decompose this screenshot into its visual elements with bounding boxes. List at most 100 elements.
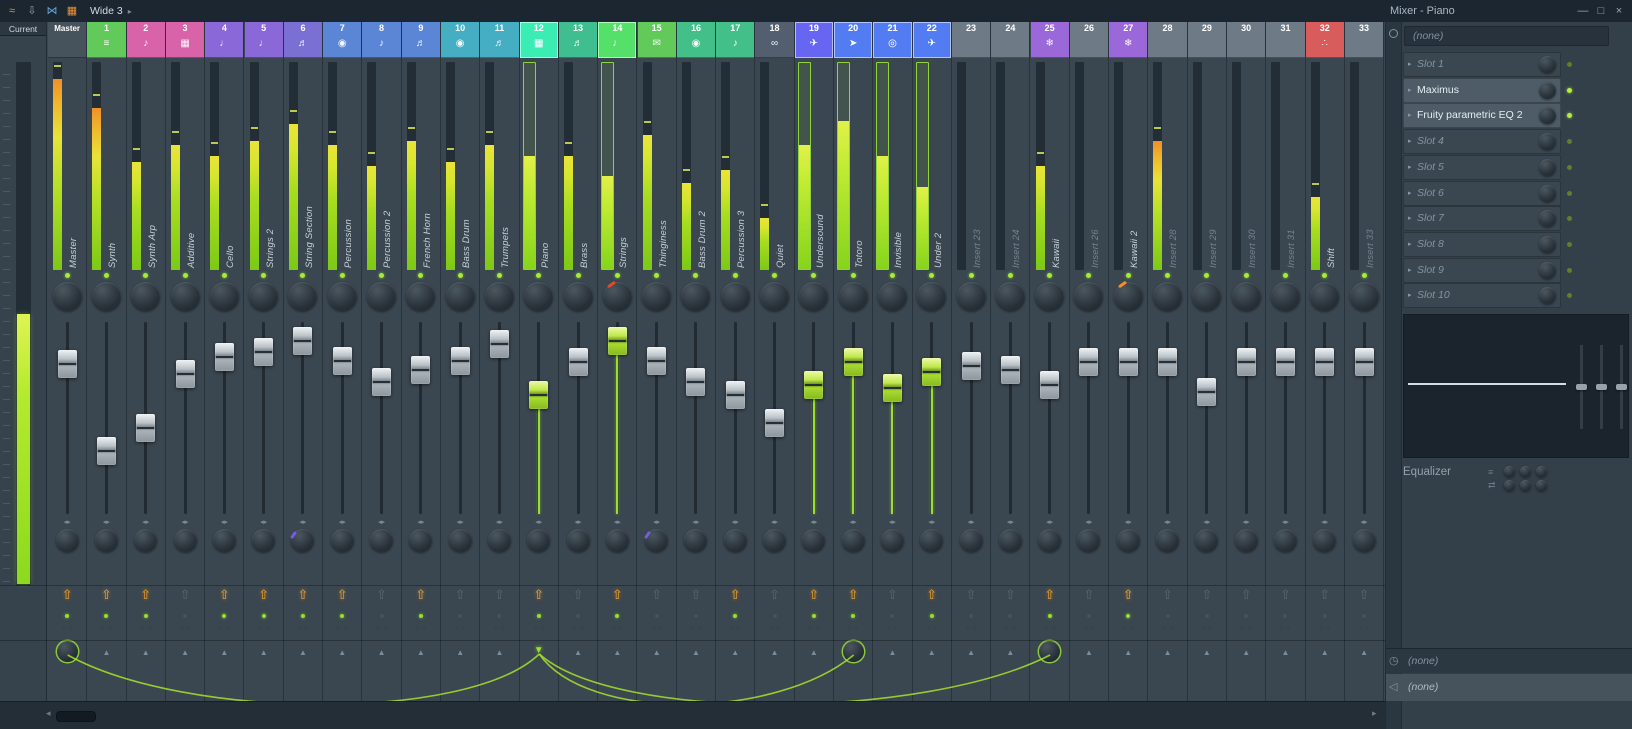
fx-enable-led[interactable]	[1567, 267, 1572, 273]
volume-fader-handle[interactable]	[1118, 348, 1138, 377]
fx-enable-led[interactable]	[1567, 87, 1572, 93]
pan-knob[interactable]	[1113, 280, 1143, 311]
stereo-sep-knob[interactable]	[566, 529, 590, 552]
track-link-led[interactable]	[1322, 614, 1327, 618]
record-arm-icon[interactable]: ⇧	[638, 585, 676, 605]
stereo-sep-knob[interactable]	[487, 529, 511, 552]
stereo-sep-knob[interactable]	[448, 529, 472, 552]
volume-fader-handle[interactable]	[725, 381, 745, 410]
layout-icon[interactable]: ▦	[62, 0, 82, 22]
track-link-led[interactable]	[1047, 614, 1052, 618]
record-arm-icon[interactable]: ⇧	[1148, 585, 1186, 605]
track-link-led[interactable]	[418, 614, 423, 618]
mute-led[interactable]	[575, 273, 581, 278]
channel-tab[interactable]: 5 ♩	[244, 22, 283, 58]
volume-fader-handle[interactable]	[96, 436, 116, 465]
stereo-sep-knob[interactable]	[723, 529, 747, 552]
fx-enable-led[interactable]	[1567, 216, 1572, 222]
minimize-button[interactable]: —	[1574, 0, 1592, 22]
channel-tab[interactable]: 12 ▦	[519, 22, 558, 58]
channel-tab[interactable]: 30	[1227, 22, 1266, 58]
route-to-icon[interactable]: ▲	[362, 648, 400, 657]
stereo-sep-knob[interactable]	[1038, 529, 1062, 552]
record-arm-icon[interactable]: ⇧	[402, 585, 440, 605]
maximize-button[interactable]: □	[1592, 0, 1610, 22]
mute-led[interactable]	[889, 273, 895, 278]
record-arm-icon[interactable]: ⇧	[48, 585, 86, 605]
stereo-sep-knob[interactable]	[1273, 529, 1297, 552]
track-link-led[interactable]	[851, 614, 856, 618]
volume-fader-handle[interactable]	[293, 326, 313, 355]
volume-fader-handle[interactable]	[214, 343, 234, 372]
eq-band-knob[interactable]	[1520, 480, 1531, 491]
volume-fader-track[interactable]	[733, 322, 737, 514]
volume-fader-handle[interactable]	[607, 326, 627, 355]
route-to-icon[interactable]: ▲	[1148, 648, 1186, 657]
channel-tab[interactable]: 3 ▦	[165, 22, 205, 58]
fx-mix-knob[interactable]	[1539, 81, 1556, 99]
pan-knob[interactable]	[563, 282, 593, 311]
track-link-led[interactable]	[1008, 614, 1013, 618]
mute-led[interactable]	[379, 273, 385, 278]
send-level-knob[interactable]	[1039, 641, 1061, 662]
route-to-icon[interactable]: ▲	[127, 648, 165, 657]
record-arm-icon[interactable]: ⇧	[127, 585, 165, 605]
channel-tab[interactable]: 20 ➤	[834, 22, 873, 58]
fx-enable-led[interactable]	[1567, 241, 1572, 247]
stereo-sep-knob[interactable]	[605, 529, 629, 552]
volume-fader-track[interactable]	[969, 322, 973, 514]
eq-band-knob[interactable]	[1536, 466, 1547, 477]
stereo-sep-knob[interactable]	[920, 529, 944, 552]
channel-tab[interactable]: 19 ✈	[794, 22, 833, 58]
send-level-knob[interactable]	[842, 641, 864, 662]
channel-tab[interactable]: 7 ◉	[323, 22, 362, 58]
route-to-icon[interactable]: ▲	[795, 648, 833, 657]
volume-fader-handle[interactable]	[922, 358, 942, 387]
track-link-led[interactable]	[1126, 614, 1131, 618]
pan-knob[interactable]	[1192, 282, 1222, 311]
stereo-sep-knob[interactable]	[330, 529, 354, 552]
eq-slider-handle[interactable]	[1596, 384, 1607, 390]
record-arm-icon[interactable]: ⇧	[87, 585, 125, 605]
channel-tab[interactable]: 26	[1069, 22, 1109, 58]
pan-knob[interactable]	[681, 282, 711, 311]
stereo-sep-knob[interactable]	[252, 529, 276, 552]
eq-band-knob[interactable]	[1520, 466, 1531, 477]
pan-knob[interactable]	[602, 280, 632, 311]
pan-knob[interactable]	[1074, 282, 1104, 311]
track-link-led[interactable]	[143, 614, 148, 618]
track-link-led[interactable]	[222, 614, 227, 618]
volume-fader-handle[interactable]	[1000, 356, 1020, 385]
pan-knob[interactable]	[406, 282, 436, 311]
stereo-sep-knob[interactable]	[94, 529, 118, 552]
route-to-icon[interactable]: ▲	[1345, 648, 1383, 657]
pan-knob[interactable]	[445, 282, 475, 311]
mute-led[interactable]	[929, 273, 935, 278]
channel-tab[interactable]: 21 ◎	[873, 22, 912, 58]
eq-band-knob[interactable]	[1504, 480, 1515, 491]
track-link-led[interactable]	[497, 614, 502, 618]
route-to-icon[interactable]: ▲	[205, 648, 243, 657]
volume-fader-track[interactable]	[380, 322, 384, 514]
volume-fader-handle[interactable]	[1275, 348, 1295, 377]
pan-knob[interactable]	[288, 282, 318, 311]
mute-led[interactable]	[261, 273, 267, 278]
channel-tab[interactable]: 22 ✈	[912, 22, 951, 58]
mute-led[interactable]	[339, 273, 345, 278]
mute-led[interactable]	[968, 273, 974, 278]
stereo-sep-knob[interactable]	[55, 529, 79, 552]
stereo-sep-knob[interactable]	[212, 529, 236, 552]
route-to-icon[interactable]: ▲	[1266, 648, 1304, 657]
volume-fader-handle[interactable]	[1158, 348, 1178, 377]
channel-tab[interactable]: 16 ◉	[676, 22, 716, 58]
fx-mix-knob[interactable]	[1539, 158, 1556, 176]
volume-fader-handle[interactable]	[1079, 348, 1099, 377]
pan-knob[interactable]	[91, 282, 121, 311]
record-arm-icon[interactable]: ⇧	[1227, 585, 1265, 605]
record-arm-icon[interactable]: ⇧	[1345, 585, 1383, 605]
record-arm-icon[interactable]: ⇧	[873, 585, 911, 605]
track-link-led[interactable]	[104, 614, 109, 618]
channel-tab[interactable]: 6 ♬	[283, 22, 323, 58]
fx-enable-led[interactable]	[1567, 113, 1572, 119]
channel-tab[interactable]: 1 ≡	[87, 22, 126, 58]
